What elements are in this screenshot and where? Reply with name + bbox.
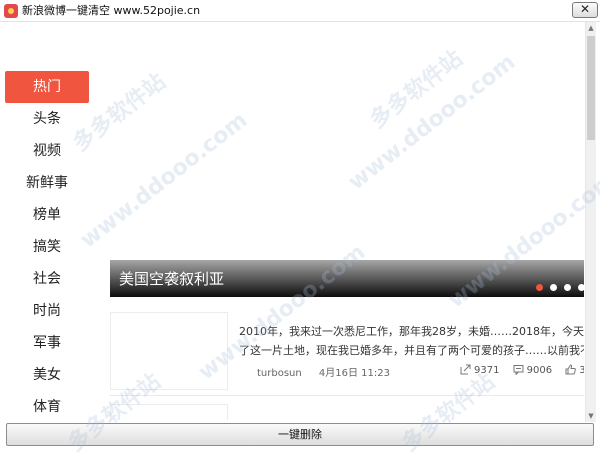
close-button[interactable]: ✕: [572, 2, 598, 18]
feed-divider: [110, 395, 584, 396]
comment-count[interactable]: 9006: [513, 364, 552, 376]
carousel-dot[interactable]: [578, 284, 584, 291]
scroll-down-icon[interactable]: ▼: [586, 410, 596, 422]
sidebar-item-military[interactable]: 军事: [5, 327, 89, 359]
carousel-dot[interactable]: [536, 284, 543, 291]
comment-icon: [513, 365, 524, 376]
banner-image[interactable]: [110, 22, 584, 297]
like-count[interactable]: 34: [565, 364, 584, 376]
scrollbar-thumb[interactable]: [587, 36, 595, 140]
feed-item-text[interactable]: 2010年，我来过一次悉尼工作，那年我28岁，未婚……2018年，今天我又 了这…: [239, 322, 584, 360]
carousel-dot[interactable]: [550, 284, 557, 291]
like-count-value: 34: [579, 365, 584, 376]
sidebar-item-video[interactable]: 视频: [5, 135, 89, 167]
banner-title[interactable]: 美国空袭叙利亚: [119, 268, 224, 289]
sidebar-item-beauty[interactable]: 美女: [5, 359, 89, 391]
feed-item-thumbnail[interactable]: [110, 312, 228, 390]
clear-all-button[interactable]: 一键删除: [6, 423, 594, 446]
feed-item-text-line: 2010年，我来过一次悉尼工作，那年我28岁，未婚……2018年，今天我又: [239, 325, 584, 338]
feed-item[interactable]: 2010年，我来过一次悉尼工作，那年我28岁，未婚……2018年，今天我又 了这…: [110, 312, 584, 392]
feed-content: 美国空袭叙利亚 2010年，我来过一次悉尼工作，那年我28岁，未婚……2018年…: [110, 22, 584, 420]
feed-item-text-line: 了这一片土地，现在我已婚多年，并且有了两个可爱的孩子……以前我不爱: [239, 344, 584, 357]
feed-item-stats: 9371 9006 34: [460, 364, 584, 376]
sidebar-item-fashion[interactable]: 时尚: [5, 295, 89, 327]
sidebar-item-headlines[interactable]: 头条: [5, 103, 89, 135]
feed-item-thumbnail[interactable]: [110, 404, 228, 420]
sidebar-item-society[interactable]: 社会: [5, 263, 89, 295]
sidebar-item-funny[interactable]: 搞笑: [5, 231, 89, 263]
sidebar-item-fresh[interactable]: 新鲜事: [5, 167, 89, 199]
category-sidebar: 热门 头条 视频 新鲜事 榜单 搞笑 社会 时尚 军事 美女 体育: [5, 71, 89, 423]
title-bar: 新浪微博一键清空 www.52pojie.cn ✕: [0, 0, 600, 22]
window-title: 新浪微博一键清空 www.52pojie.cn: [22, 4, 201, 17]
app-icon: [4, 4, 18, 18]
repost-count[interactable]: 9371: [460, 364, 499, 376]
carousel-dot[interactable]: [564, 284, 571, 291]
thumbs-up-icon: [565, 364, 577, 375]
feed-item-time: 4月16日 11:23: [318, 368, 391, 379]
comment-count-value: 9006: [526, 365, 553, 376]
feed-item-author[interactable]: turbosun: [257, 368, 302, 379]
sidebar-item-hot[interactable]: 热门: [5, 71, 89, 103]
scroll-up-icon[interactable]: ▲: [586, 22, 596, 34]
sidebar-item-sports[interactable]: 体育: [5, 391, 89, 423]
repost-count-value: 9371: [474, 365, 500, 376]
sidebar-item-rankings[interactable]: 榜单: [5, 199, 89, 231]
feed-item-meta: turbosun 4月16日 11:23: [257, 364, 404, 379]
vertical-scrollbar[interactable]: ▲ ▼: [585, 22, 596, 422]
repost-icon: [460, 364, 471, 375]
